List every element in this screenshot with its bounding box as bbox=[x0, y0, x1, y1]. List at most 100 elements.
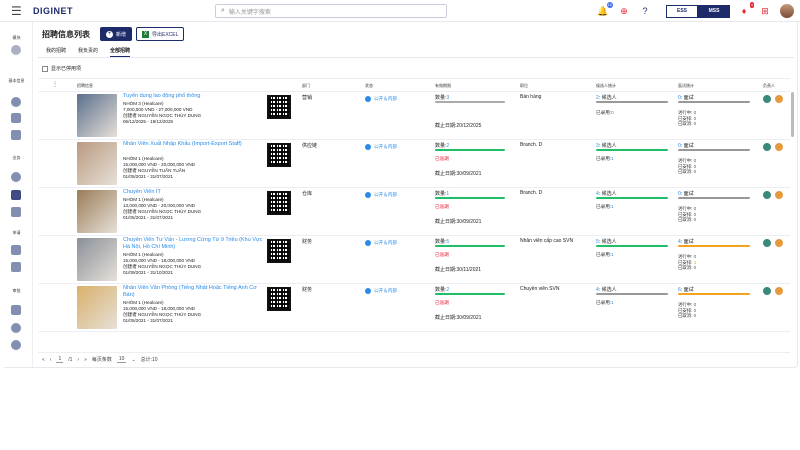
interview-stats: 进行中: 0 已安排: 0 已取消: 0 bbox=[678, 302, 697, 318]
owner-avatar[interactable] bbox=[763, 239, 771, 247]
hired-count: 已录用:1 bbox=[596, 252, 614, 257]
per-page-select[interactable]: 10 bbox=[116, 356, 127, 363]
apply-list-icon[interactable] bbox=[11, 262, 21, 272]
top-bar: ☰ DIGINET ⌕ 输入关键字搜索 🔔 10 ⊕ ? ESS MSS ♦ 4 ⊞ bbox=[0, 0, 800, 22]
mss-button[interactable]: MSS bbox=[698, 4, 730, 18]
candidate-icon[interactable] bbox=[11, 207, 21, 217]
scrollbar[interactable] bbox=[791, 92, 794, 137]
job-thumbnail bbox=[77, 190, 117, 233]
doc-icon[interactable] bbox=[11, 113, 21, 123]
last-page-icon[interactable]: » bbox=[84, 357, 87, 363]
tabs: 我的招聘 我负责的 全部招聘 bbox=[46, 47, 142, 57]
candidate-count: 5: 候选人 bbox=[596, 239, 617, 245]
job-title-link[interactable]: Chuyên Viên IT bbox=[123, 189, 263, 196]
qr-code[interactable] bbox=[267, 95, 291, 119]
quantity: 数量:2 bbox=[435, 143, 450, 149]
excel-icon: X bbox=[142, 30, 150, 38]
owner-avatar[interactable] bbox=[775, 95, 783, 103]
tab-divider bbox=[38, 57, 794, 58]
department: 财务 bbox=[302, 239, 313, 245]
bell-icon[interactable]: 🔔 10 bbox=[597, 2, 613, 17]
col-validity: 有效期限 bbox=[435, 83, 451, 88]
validity-bar bbox=[435, 197, 505, 199]
deadline: 截止日期:20/12/2025 bbox=[435, 123, 482, 129]
more-icon[interactable]: ⋮ bbox=[52, 81, 58, 88]
validity-bar bbox=[435, 149, 505, 151]
table-header: ⋮ 招聘信息 部门 状态 有效期限 职位 候选人统计 面试统计 负责人 bbox=[38, 78, 790, 92]
interview-bar bbox=[678, 245, 750, 247]
job-dates: 01/05/2021 - 31/07/2021 bbox=[123, 174, 174, 179]
search-user-icon[interactable] bbox=[11, 172, 21, 182]
people-icon[interactable] bbox=[11, 130, 21, 140]
next-page-icon[interactable]: › bbox=[77, 357, 79, 363]
approve-icon[interactable] bbox=[11, 305, 21, 315]
logo: DIGINET bbox=[33, 5, 74, 16]
owner-avatar[interactable] bbox=[763, 95, 771, 103]
alert-icon[interactable]: ♦ 4 bbox=[738, 2, 754, 17]
qr-code[interactable] bbox=[267, 287, 291, 311]
qr-code[interactable] bbox=[267, 191, 291, 215]
candidate-count: 4: 候选人 bbox=[596, 191, 617, 197]
table-row[interactable]: Nhân Viên Xuất Nhập Khẩu (Import-Export … bbox=[38, 140, 790, 188]
search-input[interactable]: ⌕ 输入关键字搜索 bbox=[215, 4, 447, 18]
ess-button[interactable]: ESS bbox=[666, 4, 698, 18]
menu-icon[interactable]: ☰ bbox=[11, 5, 29, 17]
page-select[interactable]: 1 bbox=[56, 356, 64, 363]
apps-icon[interactable]: ⊞ bbox=[759, 5, 771, 17]
qr-code[interactable] bbox=[267, 143, 291, 167]
expired-label: 已逾期 bbox=[435, 252, 449, 257]
department: 营销 bbox=[302, 95, 313, 101]
checkbox[interactable] bbox=[42, 65, 48, 72]
pagination: « ‹ 1 /1 › » 每页条数 10 ⌄ 总计:10 bbox=[38, 352, 790, 366]
job-title-link[interactable]: Nhân Viên Văn Phòng (Tiếng Nhật Hoặc Tiế… bbox=[123, 285, 263, 299]
flow-icon[interactable] bbox=[11, 323, 21, 333]
owner-avatar[interactable] bbox=[775, 239, 783, 247]
department: 仓库 bbox=[302, 191, 313, 197]
position: Nhân viên cấp cao SVN bbox=[520, 238, 574, 244]
settings-icon[interactable] bbox=[11, 340, 21, 350]
hired-count: 已录用:1 bbox=[596, 300, 614, 305]
apply-icon[interactable] bbox=[11, 245, 21, 255]
owner-avatar[interactable] bbox=[775, 287, 783, 295]
ess-mss-toggle[interactable]: ESS MSS bbox=[666, 4, 730, 18]
help-icon[interactable]: ? bbox=[639, 5, 651, 17]
table-row[interactable]: Chuyên Viên IT NHÓM 1 (Healcare) 13,000,… bbox=[38, 188, 790, 236]
qr-code[interactable] bbox=[267, 239, 291, 263]
position: Chuyên viên SVN bbox=[520, 286, 560, 292]
user-avatar[interactable] bbox=[780, 4, 794, 18]
module-icon[interactable] bbox=[11, 45, 21, 55]
export-excel-button[interactable]: X 导出EXCEL bbox=[136, 27, 185, 41]
job-title-link[interactable]: Chuyên Viên Tư Vấn - Lương Cứng Từ 9 Tri… bbox=[123, 237, 263, 251]
table-row[interactable]: Nhân Viên Văn Phòng (Tiếng Nhật Hoặc Tiế… bbox=[38, 284, 790, 332]
prev-page-icon[interactable]: ‹ bbox=[50, 357, 52, 363]
new-button[interactable]: + 新增 bbox=[100, 27, 133, 41]
owner-avatar[interactable] bbox=[763, 191, 771, 199]
col-recruit-info: 招聘信息 bbox=[77, 83, 93, 88]
owner-avatar[interactable] bbox=[763, 143, 771, 151]
owner-avatar[interactable] bbox=[775, 143, 783, 151]
job-thumbnail bbox=[77, 286, 117, 329]
tab-my-responsible[interactable]: 我负责的 bbox=[78, 47, 98, 57]
page-title: 招聘信息列表 bbox=[42, 29, 90, 39]
chart-icon[interactable] bbox=[11, 97, 21, 107]
deadline: 截止日期:30/09/2021 bbox=[435, 171, 482, 177]
target-icon[interactable]: ⊕ bbox=[618, 5, 630, 17]
interview-stats: 进行中: 0 已安排: 4 已取消: 0 bbox=[678, 254, 697, 270]
job-dates: 01/09/2021 - 31/10/2021 bbox=[123, 270, 174, 275]
table-row[interactable]: Tuyển dụng lao động phổ thông NHÓM 3 (He… bbox=[38, 92, 790, 140]
status-badge: 公开＆内部 bbox=[365, 192, 397, 198]
table-row[interactable]: Chuyên Viên Tư Vấn - Lương Cứng Từ 9 Tri… bbox=[38, 236, 790, 284]
first-page-icon[interactable]: « bbox=[42, 357, 45, 363]
job-title-link[interactable]: Tuyển dụng lao động phổ thông bbox=[123, 93, 263, 100]
chevron-down-icon[interactable]: ⌄ bbox=[131, 357, 135, 363]
show-paused-toggle[interactable]: 显示已停用项 bbox=[42, 65, 81, 72]
tab-all-recruit[interactable]: 全部招聘 bbox=[110, 47, 131, 57]
interview-count: 6: 面试 bbox=[678, 287, 694, 293]
sidebar-section-module: 模块 bbox=[12, 35, 21, 40]
interview-bar bbox=[678, 197, 750, 199]
recruit-icon[interactable] bbox=[11, 190, 21, 200]
owner-avatar[interactable] bbox=[775, 191, 783, 199]
owner-avatar[interactable] bbox=[763, 287, 771, 295]
tab-my-recruit[interactable]: 我的招聘 bbox=[46, 47, 66, 57]
job-title-link[interactable]: Nhân Viên Xuất Nhập Khẩu (Import-Export … bbox=[123, 141, 263, 148]
